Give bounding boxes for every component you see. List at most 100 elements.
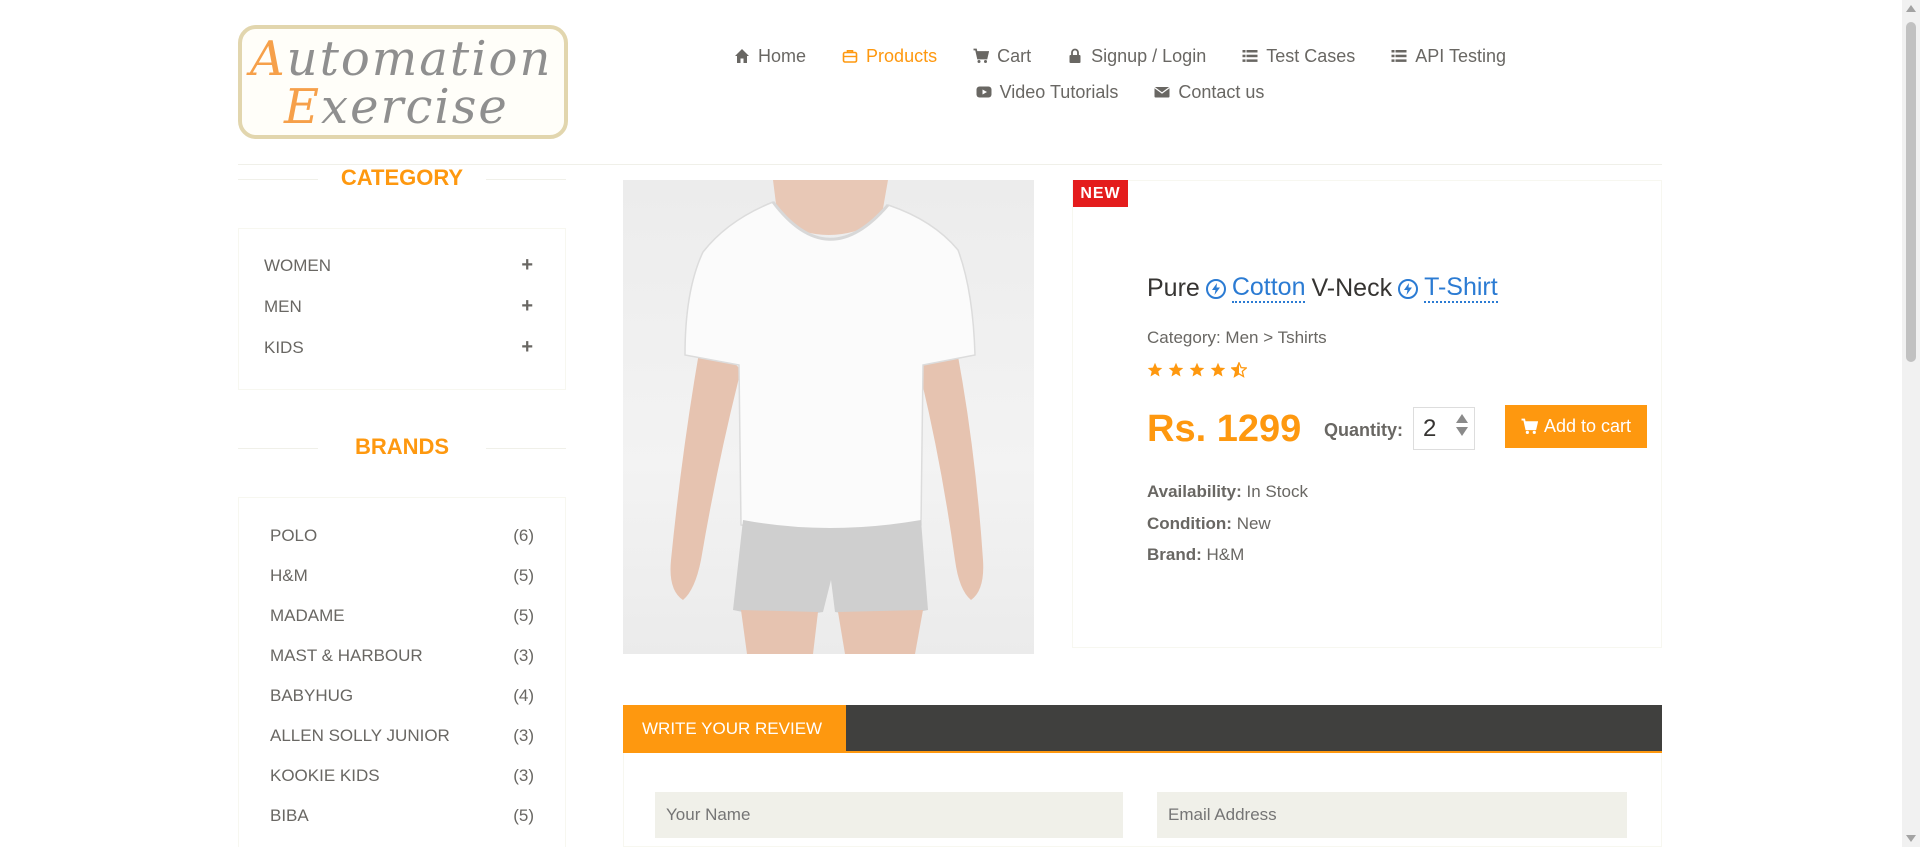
nav-cart-label: Cart <box>997 45 1032 66</box>
category-title: CATEGORY <box>238 165 566 191</box>
nav-signup-login[interactable]: Signup / Login <box>1049 46 1224 67</box>
spin-down-icon[interactable] <box>1456 427 1468 436</box>
product-image <box>623 180 1034 654</box>
brand-name: MAST & HARBOUR <box>270 646 423 665</box>
bolt-icon <box>1398 278 1419 299</box>
brand-babyhug[interactable]: BABYHUG (4) <box>239 676 565 716</box>
scrollbar-thumb[interactable] <box>1906 22 1916 362</box>
brand-count: (5) <box>513 566 534 585</box>
nav-api-testing[interactable]: API Testing <box>1373 46 1524 67</box>
brand-mast-harbour[interactable]: MAST & HARBOUR (3) <box>239 636 565 676</box>
vertical-scrollbar[interactable] <box>1902 0 1920 847</box>
cotton-link[interactable]: Cotton <box>1231 274 1306 303</box>
briefcase-icon <box>842 50 858 63</box>
brand-polo[interactable]: POLO (6) <box>239 516 565 556</box>
spin-up-icon[interactable] <box>1456 414 1468 423</box>
logo-letter-a: A <box>250 31 287 87</box>
category-men[interactable]: MEN + <box>239 286 565 327</box>
condition-label: Condition: <box>1147 514 1232 533</box>
nav-row-2: Video Tutorials Contact us <box>740 74 1500 110</box>
add-to-cart-label: Add to cart <box>1543 416 1632 436</box>
nav-home-label: Home <box>758 45 807 66</box>
list-icon <box>1391 50 1407 62</box>
brand-count: (6) <box>513 526 534 545</box>
quantity-value: 2 <box>1423 414 1437 442</box>
rating-stars <box>1147 362 1247 378</box>
add-to-cart-button[interactable]: Add to cart <box>1505 405 1647 448</box>
product-category: Category: Men > Tshirts <box>1147 328 1327 347</box>
brand-count: (4) <box>513 686 534 705</box>
nav-products[interactable]: Products <box>824 46 955 67</box>
cart-icon <box>1521 418 1538 434</box>
product-price: Rs. 1299 <box>1147 408 1302 450</box>
star-icon <box>1189 362 1205 377</box>
tshirt-link[interactable]: T-Shirt <box>1424 274 1498 303</box>
scroll-down-icon[interactable] <box>1906 835 1916 842</box>
category-label: WOMEN <box>264 255 332 275</box>
brand-kookie-kids[interactable]: KOOKIE KIDS (3) <box>239 756 565 796</box>
category-label: KIDS <box>264 337 304 357</box>
nav-api-testing-label: API Testing <box>1415 45 1506 66</box>
logo-text-2: xercise <box>321 79 509 135</box>
brand-madame[interactable]: MADAME (5) <box>239 596 565 636</box>
title-text: Pure <box>1147 274 1200 302</box>
scroll-up-icon[interactable] <box>1906 5 1916 12</box>
home-icon <box>735 49 750 63</box>
brand-count: (5) <box>513 806 534 825</box>
category-panel: WOMEN + MEN + KIDS + <box>238 228 566 390</box>
review-name-input[interactable] <box>655 792 1123 838</box>
nav-cart[interactable]: Cart <box>955 46 1049 67</box>
brands-title: BRANDS <box>238 434 566 460</box>
star-icon <box>1168 362 1184 377</box>
brand-count: (3) <box>513 646 534 665</box>
title-text: V-Neck <box>1311 274 1393 302</box>
category-kids[interactable]: KIDS + <box>239 327 565 368</box>
quantity-input[interactable]: 2 <box>1413 407 1475 450</box>
brand-name: BIBA <box>270 806 309 825</box>
write-review-tab[interactable]: WRITE YOUR REVIEW <box>623 705 846 753</box>
plus-icon: + <box>521 295 533 317</box>
nav-test-cases[interactable]: Test Cases <box>1224 46 1373 67</box>
nav-contact-us[interactable]: Contact us <box>1136 82 1282 103</box>
brand-name: ALLEN SOLLY JUNIOR <box>270 726 450 745</box>
brand-label: Brand: <box>1147 545 1202 564</box>
product-title: Pure Cotton V-Neck T-Shirt <box>1147 274 1498 303</box>
availability-label: Availability: <box>1147 482 1242 501</box>
star-half-icon <box>1231 362 1247 378</box>
brand-name: MADAME <box>270 606 345 625</box>
brand-count: (5) <box>513 606 534 625</box>
envelope-icon <box>1154 87 1171 98</box>
star-icon <box>1147 362 1163 377</box>
nav-products-label: Products <box>866 45 938 66</box>
brand: Brand: H&M <box>1147 545 1244 565</box>
lock-icon <box>1069 48 1081 63</box>
nav-video-tutorials[interactable]: Video Tutorials <box>958 82 1137 103</box>
category-label: MEN <box>264 296 302 316</box>
nav-home[interactable]: Home <box>716 46 824 67</box>
plus-icon: + <box>521 254 533 276</box>
brands-panel: POLO (6) H&M (5) MADAME (5) MAST & HARBOUR (… <box>238 497 566 847</box>
youtube-play-icon <box>976 86 992 98</box>
cart-icon <box>973 48 990 63</box>
new-badge: NEW <box>1073 180 1128 207</box>
brand-name: POLO <box>270 526 318 545</box>
brand-count: (3) <box>513 726 534 745</box>
brand-biba[interactable]: BIBA (5) <box>239 796 565 836</box>
plus-icon: + <box>521 336 533 358</box>
quantity-stepper[interactable] <box>1456 414 1468 436</box>
star-icon <box>1210 362 1226 377</box>
brand-allen-solly-junior[interactable]: ALLEN SOLLY JUNIOR (3) <box>239 716 565 756</box>
brand-name: BABYHUG <box>270 686 354 705</box>
brand-hm[interactable]: H&M (5) <box>239 556 565 596</box>
availability-value: In Stock <box>1241 482 1308 501</box>
nav-video-label: Video Tutorials <box>999 81 1119 102</box>
brand-name: KOOKIE KIDS <box>270 766 380 785</box>
quantity-label: Quantity: <box>1324 420 1403 440</box>
condition: Condition: New <box>1147 514 1271 534</box>
site-logo[interactable]: Automation Exercise <box>238 25 568 139</box>
brand-count: (3) <box>513 766 534 785</box>
review-email-input[interactable] <box>1157 792 1627 838</box>
brand-name: H&M <box>270 566 308 585</box>
category-women[interactable]: WOMEN + <box>239 245 565 286</box>
nav-contact-label: Contact us <box>1178 81 1265 102</box>
